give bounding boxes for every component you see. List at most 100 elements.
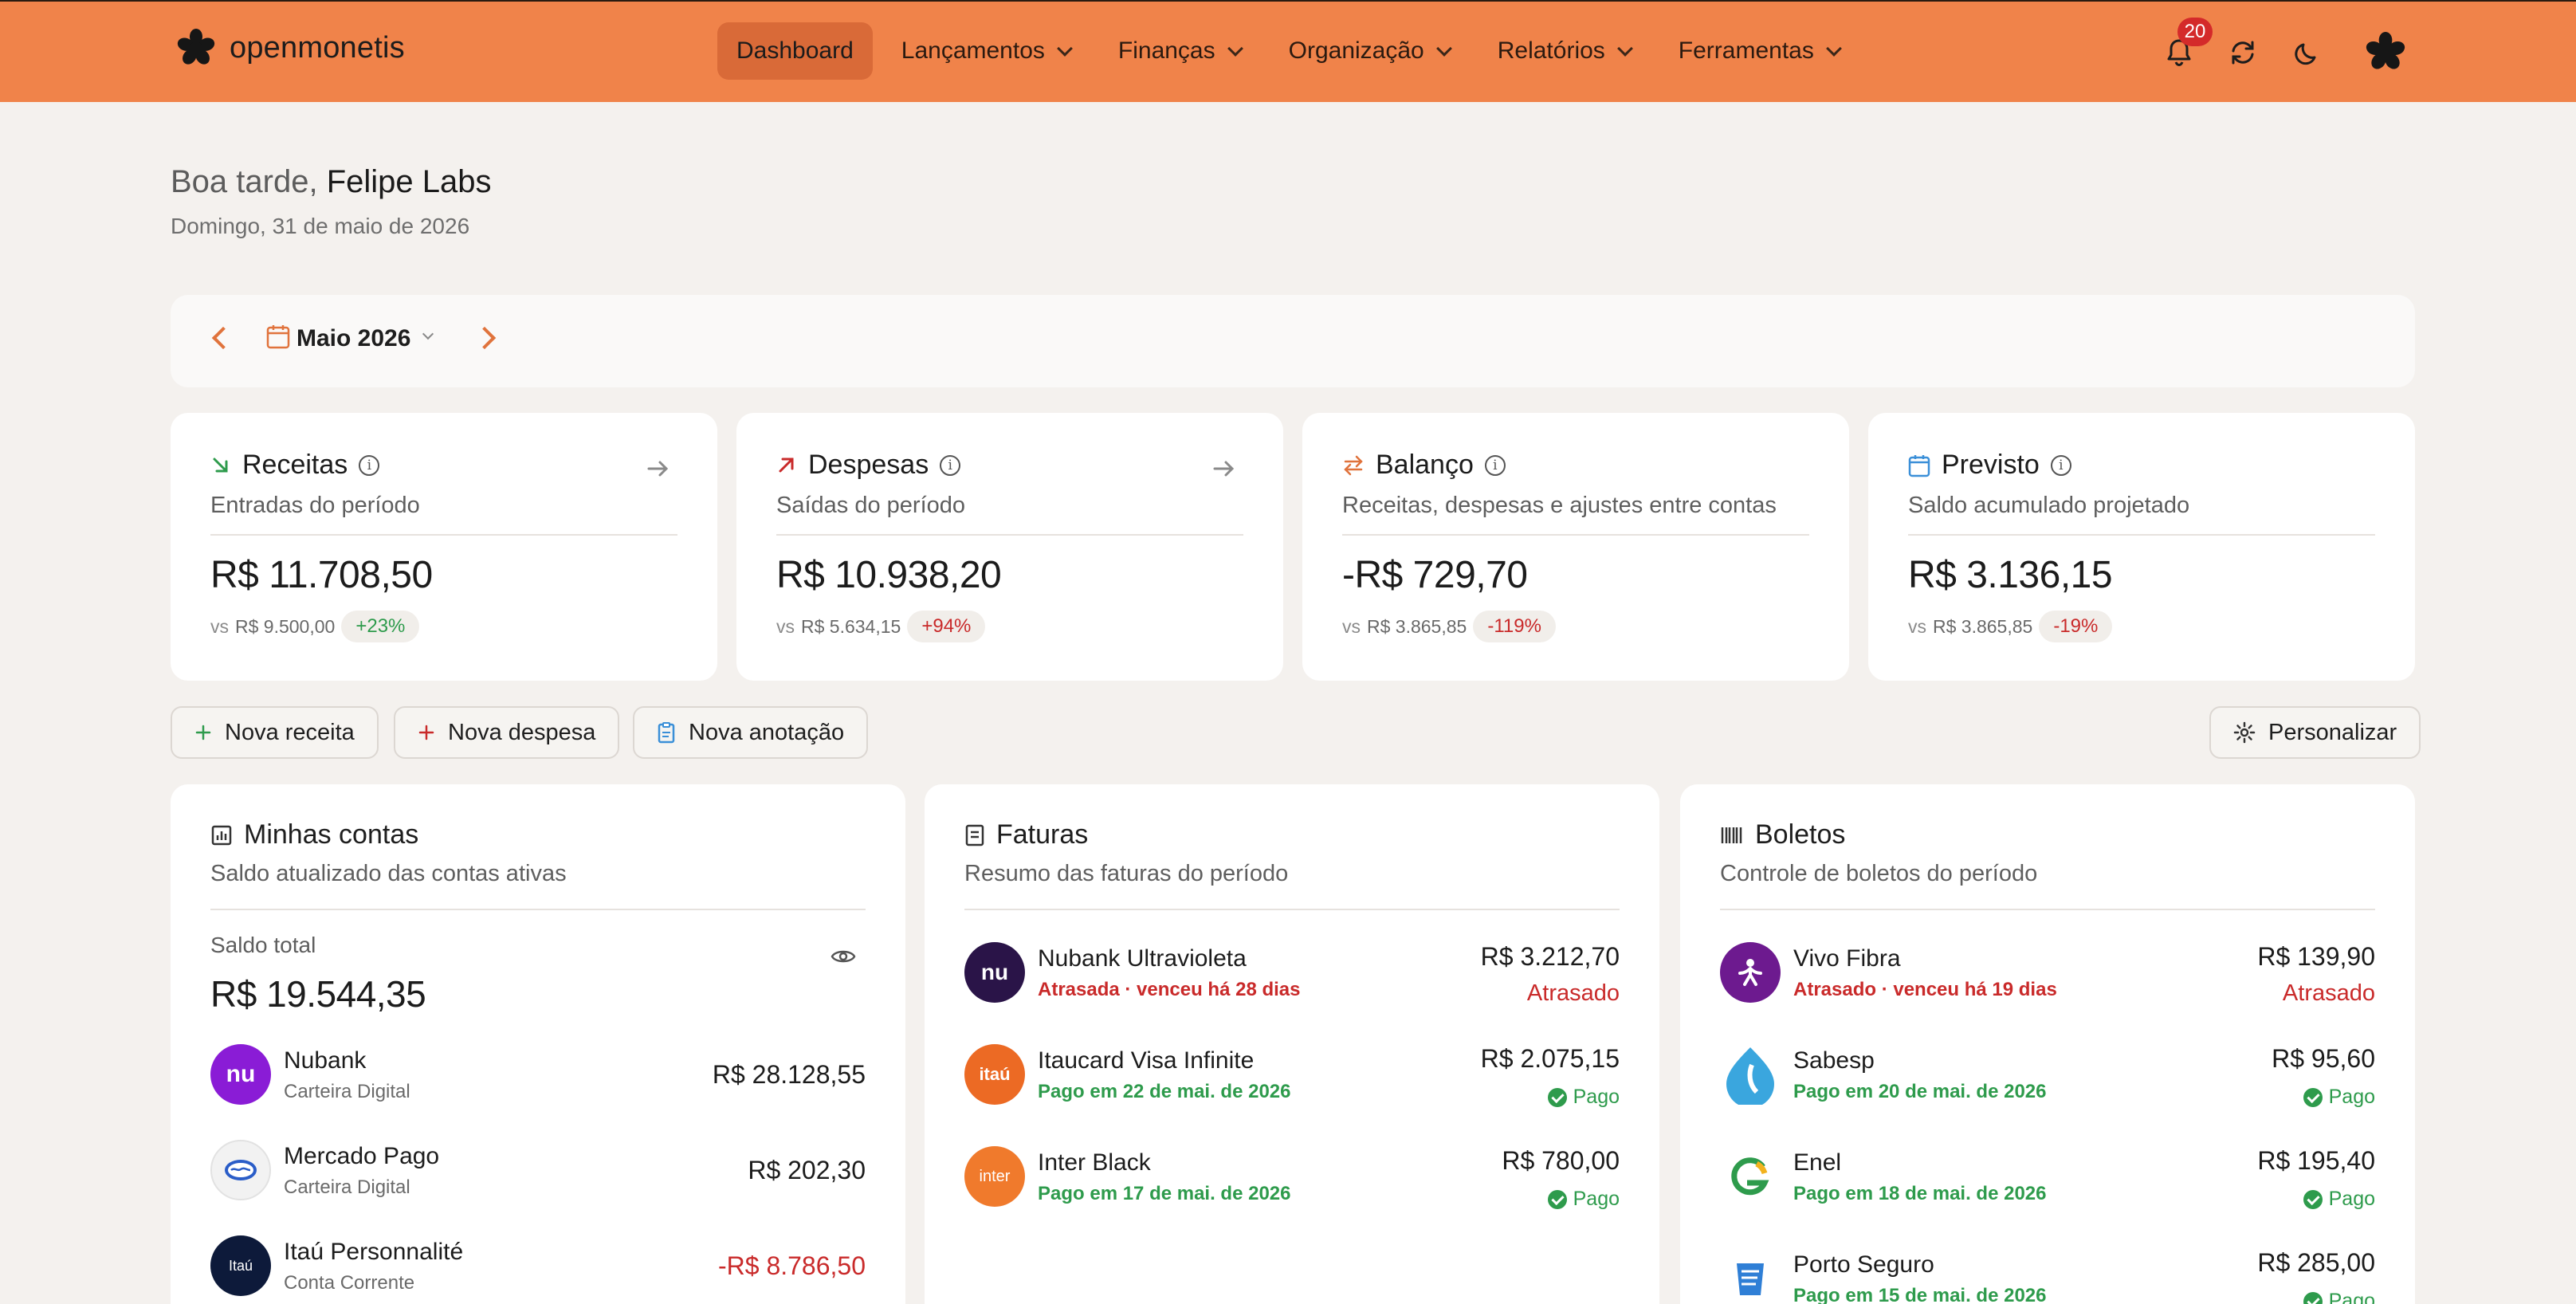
check-circle-icon bbox=[2303, 1087, 2323, 1107]
boleto-note: Pago em 20 de mai. de 2026 bbox=[1793, 1081, 2047, 1102]
swap-arrows-icon bbox=[1344, 455, 1363, 475]
itau-logo-icon: itaú bbox=[964, 1044, 1025, 1105]
boleto-row[interactable]: Vivo Fibra Atrasado · venceu há 19 dias … bbox=[1720, 942, 2375, 1022]
asterisk-logo-icon bbox=[177, 29, 215, 65]
divider bbox=[1342, 534, 1809, 536]
invoice-status: Pago bbox=[1547, 1086, 1620, 1109]
menu-lancamentos[interactable]: Lançamentos bbox=[882, 22, 1090, 80]
reference-value: R$ 3.865,85 bbox=[1933, 615, 2033, 637]
eye-icon[interactable] bbox=[831, 947, 856, 966]
clipboard-icon bbox=[658, 722, 675, 744]
panel-subtitle: Resumo das faturas do período bbox=[964, 861, 1289, 886]
boleto-name: Vivo Fibra bbox=[1793, 945, 1901, 972]
panel-subtitle: Controle de boletos do período bbox=[1720, 861, 2038, 886]
invoice-note: Pago em 17 de mai. de 2026 bbox=[1038, 1183, 1291, 1204]
info-icon[interactable] bbox=[940, 454, 961, 476]
calendar-icon bbox=[1908, 454, 1930, 477]
menu-relatorios[interactable]: Relatórios bbox=[1478, 22, 1650, 80]
plus-icon bbox=[195, 725, 211, 740]
account-row[interactable]: Itaú Itaú Personnalité Conta Corrente -R… bbox=[210, 1235, 866, 1304]
itau-logo-icon: Itaú bbox=[210, 1235, 271, 1296]
boleto-row[interactable]: Sabesp Pago em 20 de mai. de 2026 R$ 95,… bbox=[1720, 1044, 2375, 1124]
boleto-status: Pago bbox=[2303, 1290, 2375, 1304]
metric-comparison: vs R$ 3.865,85 -19% bbox=[1908, 611, 2113, 642]
account-row[interactable]: Mercado Pago Carteira Digital R$ 202,30 bbox=[210, 1140, 866, 1220]
chevron-down-icon bbox=[1825, 41, 1842, 57]
current-date: Domingo, 31 de maio de 2026 bbox=[171, 214, 470, 238]
info-icon[interactable] bbox=[359, 454, 380, 476]
boleto-status: Atrasado bbox=[2282, 980, 2375, 1006]
account-type: Conta Corrente bbox=[284, 1272, 415, 1294]
arrow-right-icon[interactable] bbox=[1213, 459, 1235, 478]
status-text: Pago bbox=[1573, 1188, 1620, 1210]
menu-financas[interactable]: Finanças bbox=[1099, 22, 1260, 80]
total-balance-label: Saldo total bbox=[210, 933, 316, 957]
boleto-amount: R$ 95,60 bbox=[2272, 1044, 2375, 1073]
account-amount: -R$ 8.786,50 bbox=[717, 1251, 866, 1280]
period-label[interactable]: Maio 2026 bbox=[296, 325, 410, 352]
panel-title: Boletos bbox=[1720, 819, 1845, 850]
metric-subtitle: Receitas, despesas e ajustes entre conta… bbox=[1342, 493, 1777, 518]
refresh-icon[interactable] bbox=[2225, 35, 2260, 70]
boleto-name: Sabesp bbox=[1793, 1047, 1875, 1074]
menu-label: Finanças bbox=[1117, 37, 1215, 64]
info-icon[interactable] bbox=[1484, 454, 1506, 476]
chevron-right-icon[interactable] bbox=[473, 326, 497, 350]
boleto-row[interactable]: Enel Pago em 18 de mai. de 2026 R$ 195,4… bbox=[1720, 1146, 2375, 1226]
menu-ferramentas[interactable]: Ferramentas bbox=[1659, 22, 1859, 80]
porto-seguro-logo-icon bbox=[1720, 1248, 1781, 1304]
greeting: Boa tarde, Felipe Labs bbox=[171, 164, 492, 200]
account-amount: R$ 28.128,55 bbox=[712, 1060, 866, 1089]
account-type: Carteira Digital bbox=[284, 1081, 410, 1102]
nubank-logo-icon: nu bbox=[210, 1044, 271, 1105]
delta-badge: +23% bbox=[341, 611, 420, 642]
barcode-icon bbox=[1721, 827, 1742, 843]
customize-button[interactable]: Personalizar bbox=[2209, 706, 2421, 759]
metric-card-previsto: Previsto Saldo acumulado projetado R$ 3.… bbox=[1868, 413, 2415, 681]
bar-chart-icon bbox=[211, 825, 232, 845]
invoice-row[interactable]: nu Nubank Ultravioleta Atrasada · venceu… bbox=[964, 942, 1620, 1022]
brand-logo[interactable]: openmonetis bbox=[177, 29, 405, 67]
accounts-card: Minhas contas Saldo atualizado das conta… bbox=[171, 784, 905, 1304]
panel-subtitle: Saldo atualizado das contas ativas bbox=[210, 861, 567, 886]
boleto-note: Pago em 18 de mai. de 2026 bbox=[1793, 1183, 2047, 1204]
arrow-right-icon[interactable] bbox=[647, 459, 670, 478]
invoice-row[interactable]: inter Inter Black Pago em 17 de mai. de … bbox=[964, 1146, 1620, 1226]
new-income-button[interactable]: Nova receita bbox=[171, 706, 379, 759]
moon-icon[interactable] bbox=[2291, 35, 2326, 70]
enel-logo-icon bbox=[1720, 1146, 1781, 1207]
chevron-down-icon[interactable] bbox=[422, 328, 434, 340]
status-text: Pago bbox=[2328, 1188, 2375, 1210]
account-row[interactable]: nu Nubank Carteira Digital R$ 28.128,55 bbox=[210, 1044, 866, 1124]
asterisk-avatar-icon[interactable] bbox=[2366, 32, 2405, 72]
panel-title: Faturas bbox=[964, 819, 1088, 850]
info-icon[interactable] bbox=[2050, 454, 2071, 476]
metric-value: R$ 10.938,20 bbox=[776, 554, 1002, 596]
document-icon bbox=[965, 824, 984, 846]
boleto-row[interactable]: Porto Seguro Pago em 15 de mai. de 2026 … bbox=[1720, 1248, 2375, 1304]
panel-title-text: Minhas contas bbox=[244, 819, 419, 850]
boletos-card: Boletos Controle de boletos do período V… bbox=[1680, 784, 2415, 1304]
chevron-down-icon bbox=[1435, 41, 1452, 57]
main-menu: Dashboard Lançamentos Finanças Organizaç… bbox=[717, 22, 1868, 80]
top-navbar: openmonetis Dashboard Lançamentos Finanç… bbox=[0, 0, 2576, 102]
metric-comparison: vs R$ 5.634,15 +94% bbox=[776, 611, 986, 642]
chevron-down-icon bbox=[1056, 41, 1073, 57]
chevron-left-icon[interactable] bbox=[211, 326, 235, 350]
total-balance-value: R$ 19.544,35 bbox=[210, 973, 426, 1015]
boleto-note: Pago em 15 de mai. de 2026 bbox=[1793, 1285, 2047, 1304]
metric-title: Receitas bbox=[242, 450, 348, 480]
metric-value: R$ 3.136,15 bbox=[1908, 554, 2113, 596]
menu-dashboard[interactable]: Dashboard bbox=[717, 22, 873, 80]
invoice-row[interactable]: itaú Itaucard Visa Infinite Pago em 22 d… bbox=[964, 1044, 1620, 1124]
metric-header: Previsto bbox=[1908, 450, 2071, 481]
inter-logo-icon: inter bbox=[964, 1146, 1025, 1207]
menu-organizacao[interactable]: Organização bbox=[1270, 22, 1469, 80]
new-expense-button[interactable]: Nova despesa bbox=[394, 706, 620, 759]
metric-title: Despesas bbox=[808, 450, 929, 480]
divider bbox=[1908, 534, 2375, 536]
boleto-note: Atrasado · venceu há 19 dias bbox=[1793, 979, 2057, 1000]
check-circle-icon bbox=[2303, 1189, 2323, 1209]
new-note-button[interactable]: Nova anotação bbox=[633, 706, 869, 759]
boleto-name: Enel bbox=[1793, 1149, 1842, 1176]
